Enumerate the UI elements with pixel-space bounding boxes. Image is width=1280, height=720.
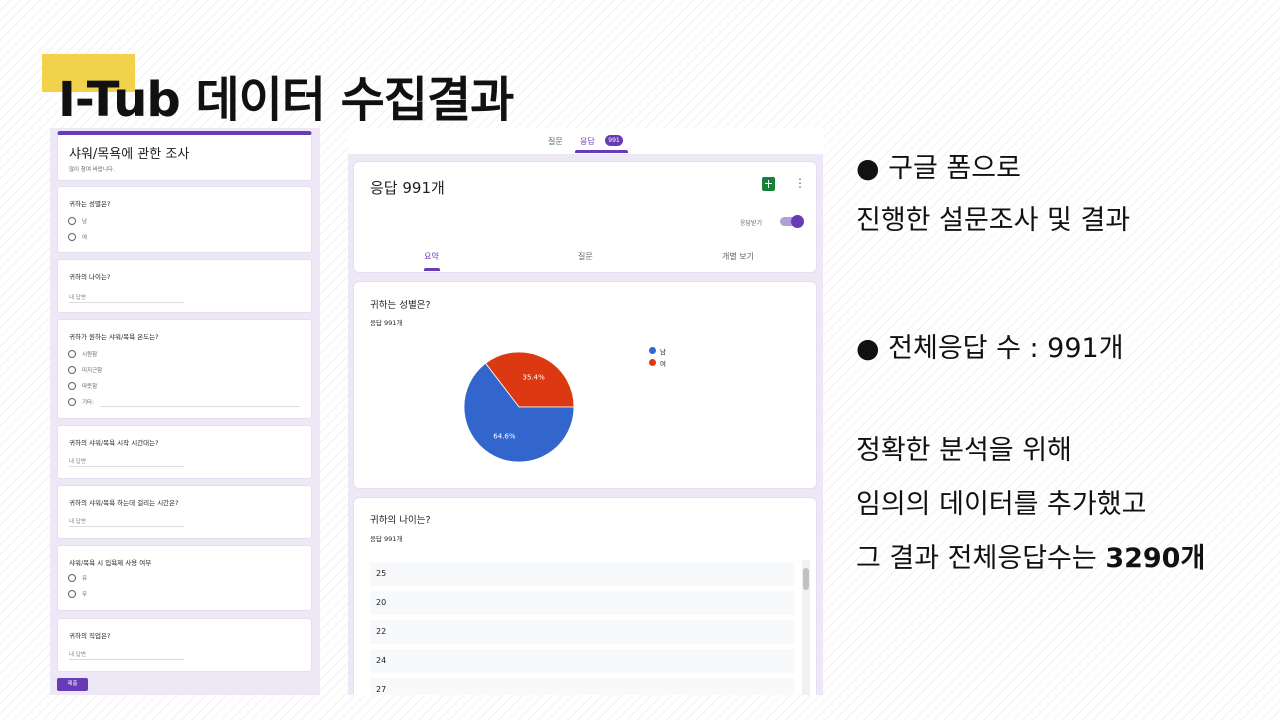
note-line3: 그 결과 전체응답수는 3290개 <box>856 536 1205 575</box>
question-card-start-time: 귀하의 샤워/목욕 시작 시간대는? 내 답변 <box>57 425 312 479</box>
gender-pie-chart: 35.4% 64.6% <box>463 351 575 463</box>
answer-field[interactable]: 내 답변 <box>69 457 86 465</box>
answer-underline <box>69 466 184 467</box>
form-header-card: 샤워/목욕에 관한 조사 많이 참여 바랍니다. <box>57 131 312 181</box>
accepting-responses-toggle[interactable] <box>780 215 804 228</box>
bullet-total-responses: ● 전체응답 수 : 991개 <box>856 333 1124 364</box>
radio-option-other[interactable]: 기타: <box>68 398 308 408</box>
question-card-gender: 귀하는 성별은? 남 여 <box>57 186 312 253</box>
radio-circle-icon[interactable] <box>68 574 76 582</box>
spreadsheet-icon[interactable] <box>762 177 775 191</box>
gender-summary-card: 귀하는 성별은? 응답 991개 35.4% 64.6% 남 여 <box>353 281 817 489</box>
accepting-responses-label: 응답받기 <box>740 220 763 227</box>
other-text-field[interactable] <box>100 406 300 407</box>
radio-circle-icon[interactable] <box>68 382 76 390</box>
option-label: 유 <box>82 576 88 582</box>
question-text: 귀하는 성별은? <box>69 200 111 208</box>
radio-circle-icon[interactable] <box>68 366 76 374</box>
answer-field[interactable]: 내 답변 <box>69 293 86 301</box>
response-count: 응답 991개 <box>370 319 403 327</box>
legend-swatch <box>649 347 656 354</box>
list-item: 20 <box>370 591 794 615</box>
option-label: 따뜻함 <box>82 384 98 390</box>
list-item: 25 <box>370 562 794 586</box>
pie-value-label: 35.4% <box>522 373 545 381</box>
radio-circle-icon[interactable] <box>68 398 76 406</box>
radio-circle-icon[interactable] <box>68 233 76 241</box>
scrollbar-thumb[interactable] <box>803 568 809 590</box>
option-label: 여 <box>82 235 88 241</box>
response-count-badge: 991 <box>605 135 623 146</box>
question-text: 귀하의 샤워/목욕 하는데 걸리는 시간은? <box>69 499 179 507</box>
active-subtab-indicator <box>424 268 440 271</box>
question-text: 귀하가 원하는 샤워/목욕 온도는? <box>69 333 159 341</box>
pie-value-label: 64.6% <box>493 433 516 441</box>
slide-title: I-Tub 데이터 수집결과 <box>58 72 514 128</box>
slide-title-wrap: I-Tub 데이터 수집결과 <box>42 52 514 128</box>
tab-summary[interactable]: 요약 <box>424 251 439 262</box>
option-label: 남 <box>82 219 88 225</box>
response-count: 응답 991개 <box>370 535 403 543</box>
form-preview-panel: 샤워/목욕에 관한 조사 많이 참여 바랍니다. 귀하는 성별은? 남 여 귀하… <box>50 128 320 695</box>
question-text: 샤워/목욕 시 입욕제 사용 여부 <box>69 559 152 567</box>
question-title: 귀하의 나이는? <box>370 515 431 526</box>
toggle-knob[interactable] <box>791 215 804 228</box>
answer-field[interactable]: 내 답변 <box>69 517 86 525</box>
list-scrollbar[interactable] <box>802 560 810 695</box>
question-text: 귀하의 직업은? <box>69 632 111 640</box>
question-card-age: 귀하의 나이는? 내 답변 <box>57 259 312 313</box>
question-card-temperature: 귀하가 원하는 샤워/목욕 온도는? 시원함 미지근함 따뜻함 기타: <box>57 319 312 419</box>
total-with-added-data: 3290개 <box>1105 543 1206 574</box>
note-line1: 정확한 분석을 위해 <box>856 435 1072 466</box>
radio-circle-icon[interactable] <box>68 350 76 358</box>
active-tab-indicator <box>575 150 628 153</box>
submit-button[interactable]: 제출 <box>57 678 88 691</box>
option-label: 미지근함 <box>82 368 103 374</box>
responses-title: 응답 991개 <box>370 179 445 197</box>
tab-individual[interactable]: 개별 보기 <box>722 251 754 262</box>
question-card-job: 귀하의 직업은? 내 답변 <box>57 618 312 672</box>
answer-underline <box>69 526 184 527</box>
question-title: 귀하는 성별은? <box>370 300 431 311</box>
radio-circle-icon[interactable] <box>68 590 76 598</box>
radio-circle-icon[interactable] <box>68 217 76 225</box>
legend-label: 여 <box>660 360 666 368</box>
legend-swatch <box>649 359 656 366</box>
option-label: 기타: <box>82 400 94 406</box>
answer-field[interactable]: 내 답변 <box>69 650 86 658</box>
bullet-google-form-line1: ● 구글 폼으로 <box>856 153 1021 184</box>
answer-underline <box>69 302 184 303</box>
tab-responses[interactable]: 응답 <box>580 136 595 147</box>
tab-question[interactable]: 질문 <box>578 251 593 262</box>
note-line2: 임의의 데이터를 추가했고 <box>856 489 1147 520</box>
note-line3-prefix: 그 결과 전체응답수는 <box>856 543 1106 574</box>
question-card-bath-salt: 샤워/목욕 시 입욕제 사용 여부 유 무 <box>57 545 312 611</box>
form-description: 많이 참여 바랍니다. <box>69 167 115 173</box>
legend-label: 남 <box>660 348 666 356</box>
answer-underline <box>69 659 184 660</box>
list-item: 27 <box>370 678 794 695</box>
question-card-duration: 귀하의 샤워/목욕 하는데 걸리는 시간은? 내 답변 <box>57 485 312 539</box>
more-vert-icon[interactable]: ⋮ <box>794 177 806 189</box>
age-summary-card: 귀하의 나이는? 응답 991개 25 20 22 24 27 <box>353 497 817 695</box>
list-item: 24 <box>370 649 794 673</box>
question-text: 귀하의 샤워/목욕 시작 시간대는? <box>69 439 159 447</box>
bullet-google-form-line2: 진행한 설문조사 및 결과 <box>856 205 1131 236</box>
option-label: 시원함 <box>82 352 98 358</box>
responses-panel: 질문 응답 991 응답 991개 ⋮ 응답받기 요약 질문 개별 보기 귀하는… <box>348 128 823 695</box>
tab-questions[interactable]: 질문 <box>548 136 563 147</box>
top-tab-bar: 질문 응답 991 <box>348 128 823 154</box>
option-label: 무 <box>82 592 88 598</box>
responses-header-card: 응답 991개 ⋮ 응답받기 요약 질문 개별 보기 <box>353 161 817 273</box>
list-item: 22 <box>370 620 794 644</box>
question-text: 귀하의 나이는? <box>69 273 111 281</box>
form-title: 샤워/목욕에 관한 조사 <box>69 147 190 162</box>
